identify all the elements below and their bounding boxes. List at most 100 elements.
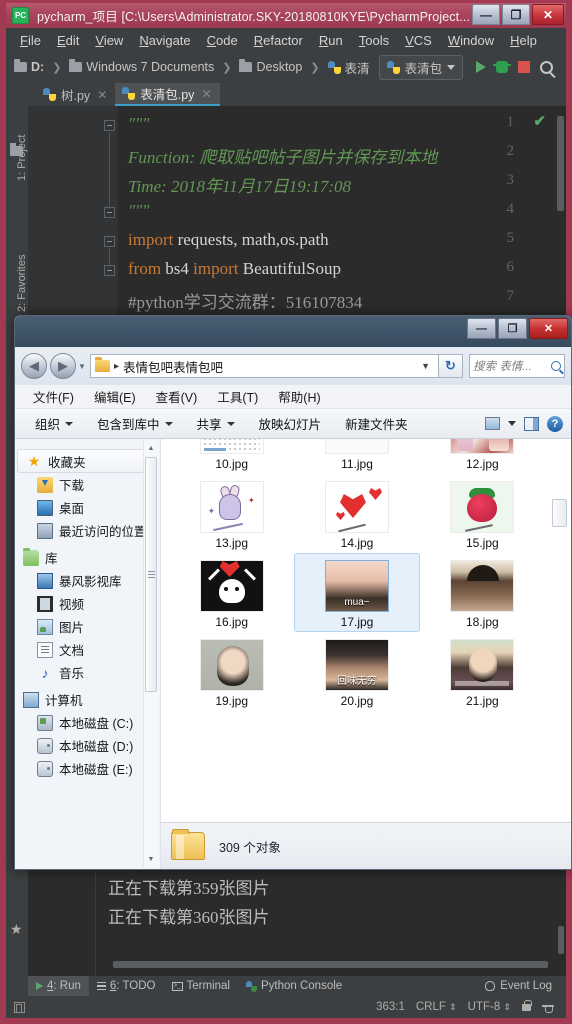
menu-item-file[interactable]: File xyxy=(12,31,49,50)
preview-pane-icon[interactable] xyxy=(524,416,539,431)
pycharm-close-button[interactable]: ✕ xyxy=(532,4,564,25)
explorer-toolbar-item-2[interactable]: 共享 xyxy=(185,411,247,436)
scroll-down-arrow-icon[interactable]: ▼ xyxy=(144,852,158,867)
close-icon[interactable]: ✕ xyxy=(97,88,107,102)
view-caret-icon[interactable] xyxy=(508,421,516,426)
caret-position[interactable]: 363:1 xyxy=(376,1001,405,1013)
nav-item-1-4[interactable]: ♪ 音乐 xyxy=(15,661,160,684)
menu-item-run[interactable]: Run xyxy=(311,31,351,50)
menu-item-edit[interactable]: Edit xyxy=(49,31,87,50)
nav-item-1-0[interactable]: 暴风影视库 xyxy=(15,569,160,592)
line-separator[interactable]: CRLF ⇕ xyxy=(416,1001,457,1013)
scrollbar-thumb[interactable] xyxy=(145,457,157,692)
explorer-titlebar[interactable]: — ❐ ✕ xyxy=(15,316,571,347)
nav-item-2-0[interactable]: 本地磁盘 (C:) xyxy=(15,711,160,734)
back-button[interactable]: ◀ xyxy=(21,353,47,379)
explorer-menu-item-4[interactable]: 帮助(H) xyxy=(268,385,330,408)
explorer-menu-item-0[interactable]: 文件(F) xyxy=(23,385,84,408)
nav-group-header-2[interactable]: 计算机 xyxy=(15,688,160,711)
nav-item-1-1[interactable]: 视频 xyxy=(15,592,160,615)
breadcrumb-item-0[interactable]: D: xyxy=(14,59,44,74)
file-item[interactable]: 21.jpg xyxy=(420,632,545,711)
inspection-hat-icon[interactable] xyxy=(542,1002,554,1013)
explorer-minimize-button[interactable]: — xyxy=(467,318,496,339)
explorer-toolbar-item-4[interactable]: 新建文件夹 xyxy=(333,411,420,436)
forward-button[interactable]: ▶ xyxy=(50,353,76,379)
tool-window-python-console[interactable]: Python Console xyxy=(238,976,350,996)
menu-item-navigate[interactable]: Navigate xyxy=(131,31,198,50)
file-item[interactable]: 10.jpg xyxy=(169,439,294,474)
nav-item-1-2[interactable]: 图片 xyxy=(15,615,160,638)
toggle-toolbars-icon[interactable] xyxy=(14,1001,25,1013)
menu-item-help[interactable]: Help xyxy=(502,31,545,50)
project-folder-icon[interactable] xyxy=(10,143,23,156)
pycharm-maximize-button[interactable]: ❐ xyxy=(502,4,530,25)
console-horizontal-scrollbar[interactable] xyxy=(113,961,548,968)
nav-group-header-1[interactable]: 库 xyxy=(15,546,160,569)
file-list-scrollbar-thumb[interactable] xyxy=(552,499,567,527)
explorer-toolbar-item-1[interactable]: 包含到库中 xyxy=(85,411,185,436)
run-configuration-selector[interactable]: 表清包 xyxy=(378,54,464,80)
breadcrumb-item-3[interactable]: 表清 xyxy=(327,58,370,77)
explorer-close-button[interactable]: ✕ xyxy=(529,318,568,339)
file-item[interactable]: 14.jpg xyxy=(294,474,419,553)
history-dropdown-icon[interactable]: ▼ xyxy=(76,362,88,371)
lock-icon[interactable] xyxy=(522,999,532,1011)
editor-tab-0[interactable]: 树.py ✕ xyxy=(36,83,116,106)
explorer-menu-item-1[interactable]: 编辑(E) xyxy=(84,385,146,408)
tool-window-6-todo[interactable]: 6: TODO xyxy=(89,976,164,996)
file-item[interactable]: 18.jpg xyxy=(420,553,545,632)
pycharm-titlebar[interactable]: PC pycharm_项目 [C:\Users\Administrator.SK… xyxy=(6,3,566,28)
editor-vertical-scrollbar[interactable] xyxy=(557,116,564,211)
pycharm-minimize-button[interactable]: — xyxy=(472,4,500,25)
help-icon[interactable]: ? xyxy=(547,415,563,432)
file-item[interactable]: 11.jpg xyxy=(294,439,419,474)
tool-window-4-run[interactable]: 4: Run xyxy=(28,976,89,996)
stop-icon[interactable] xyxy=(518,61,531,73)
file-item[interactable]: 回味无穷 20.jpg xyxy=(294,632,419,711)
console-vertical-scrollbar[interactable] xyxy=(558,926,564,954)
explorer-toolbar-item-0[interactable]: 组织 xyxy=(23,411,85,436)
file-encoding[interactable]: UTF-8 ⇕ xyxy=(468,1001,511,1013)
nav-item-0-0[interactable]: 下载 xyxy=(15,473,160,496)
scroll-up-arrow-icon[interactable]: ▲ xyxy=(144,441,158,456)
nav-item-2-1[interactable]: 本地磁盘 (D:) xyxy=(15,734,160,757)
nav-item-0-2[interactable]: 最近访问的位置 xyxy=(15,519,160,542)
sidebar-item-favorites[interactable]: 2: Favorites xyxy=(16,232,28,312)
explorer-menu-item-3[interactable]: 工具(T) xyxy=(207,385,268,408)
file-item[interactable]: 16.jpg xyxy=(169,553,294,632)
run-icon[interactable] xyxy=(476,61,487,73)
explorer-maximize-button[interactable]: ❐ xyxy=(498,318,527,339)
nav-item-0-1[interactable]: 桌面 xyxy=(15,496,160,519)
nav-item-2-2[interactable]: 本地磁盘 (E:) xyxy=(15,757,160,780)
file-item[interactable]: 19.jpg xyxy=(169,632,294,711)
view-layout-icon[interactable] xyxy=(485,417,500,430)
file-list-pane[interactable]: 10.jpg 11.jpg 12.jpg ✦ ✦ 13.jpg 14.jpg 15.jpg 16… xyxy=(161,439,571,869)
code-fold-toggle[interactable] xyxy=(104,120,115,131)
favorites-star-icon[interactable]: ★ xyxy=(10,922,23,936)
file-item[interactable]: 12.jpg xyxy=(420,439,545,474)
close-icon[interactable]: ✕ xyxy=(201,87,211,101)
menu-item-code[interactable]: Code xyxy=(199,31,246,50)
explorer-toolbar-item-3[interactable]: 放映幻灯片 xyxy=(247,411,334,436)
event-log-button[interactable]: Event Log xyxy=(485,980,566,992)
editor-tab-1[interactable]: 表清包.py ✕ xyxy=(115,83,220,106)
navigation-pane-scrollbar[interactable]: ▲ ▼ xyxy=(143,441,158,867)
file-item[interactable]: 15.jpg xyxy=(420,474,545,553)
menu-item-tools[interactable]: Tools xyxy=(351,31,397,50)
search-everywhere-icon[interactable] xyxy=(540,60,554,74)
refresh-button[interactable]: ↻ xyxy=(439,354,463,378)
breadcrumb-item-1[interactable]: Windows 7 Documents xyxy=(69,59,214,74)
run-console-panel[interactable]: 正在下载第359张图片 正在下载第360张图片 xyxy=(28,868,566,976)
file-item[interactable]: mua~ 17.jpg xyxy=(294,553,420,632)
nav-item-1-3[interactable]: 文档 xyxy=(15,638,160,661)
code-fold-toggle[interactable] xyxy=(104,236,115,247)
explorer-menu-item-2[interactable]: 查看(V) xyxy=(146,385,208,408)
address-input[interactable]: ▸ 表情包吧表情包吧 ▼ xyxy=(90,354,439,378)
menu-item-refactor[interactable]: Refactor xyxy=(246,31,311,50)
file-item[interactable]: ✦ ✦ 13.jpg xyxy=(169,474,294,553)
search-input[interactable]: 搜索 表情... xyxy=(469,354,565,378)
chevron-down-icon[interactable]: ▼ xyxy=(421,361,434,371)
menu-item-window[interactable]: Window xyxy=(440,31,502,50)
menu-item-view[interactable]: View xyxy=(87,31,131,50)
